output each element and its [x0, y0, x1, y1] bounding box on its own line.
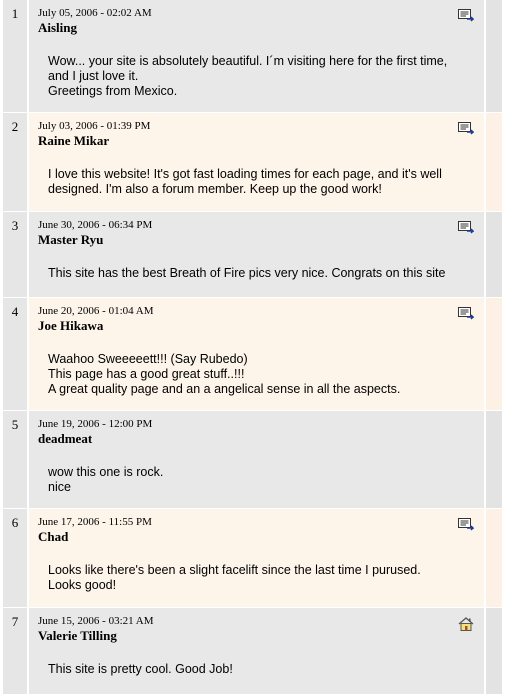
guestbook-entries: 1 July 05, 2006 - 02:02 AM Aisling Wow..… [3, 0, 502, 695]
entry-message: This site is pretty cool. Good Job! [48, 662, 233, 676]
entry-message: Waahoo Sweeeeett!!! (Say Rubedo) This pa… [48, 352, 401, 396]
guestbook-entry: 7 June 15, 2006 - 03:21 AM Valerie Tilli… [3, 608, 502, 695]
entry-content: June 19, 2006 - 12:00 PM deadmeat wow th… [29, 411, 484, 508]
entry-sidebar [484, 411, 502, 508]
entry-number: 1 [3, 0, 29, 112]
guestbook-entry: 3 June 30, 2006 - 06:34 PM Master Ryu Th… [3, 212, 502, 298]
entry-number: 7 [3, 608, 29, 694]
entry-date: July 03, 2006 - 01:39 PM [38, 120, 151, 132]
entry-number: 3 [3, 212, 29, 297]
entry-sidebar [484, 608, 502, 694]
entry-author: Raine Mikar [38, 133, 110, 148]
entry-author: Aisling [38, 20, 78, 35]
guestbook-entry: 2 July 03, 2006 - 01:39 PM Raine Mikar I… [3, 113, 502, 212]
entry-sidebar [484, 0, 502, 112]
entry-content: July 05, 2006 - 02:02 AM Aisling Wow... … [29, 0, 484, 112]
email-icon[interactable] [458, 518, 475, 532]
email-icon[interactable] [458, 9, 475, 23]
entry-number: 5 [3, 411, 29, 508]
entry-date: June 20, 2006 - 01:04 AM [38, 305, 154, 317]
email-icon[interactable] [458, 307, 475, 321]
entry-message: This site has the best Breath of Fire pi… [48, 266, 446, 280]
entry-number: 2 [3, 113, 29, 211]
entry-date: July 05, 2006 - 02:02 AM [38, 7, 152, 19]
guestbook-entry: 6 June 17, 2006 - 11:55 PM Chad Looks li… [3, 509, 502, 608]
entry-number: 6 [3, 509, 29, 607]
entry-date: June 30, 2006 - 06:34 PM [38, 219, 153, 231]
entry-author: deadmeat [38, 431, 93, 446]
entry-content: June 17, 2006 - 11:55 PM Chad Looks like… [29, 509, 484, 607]
entry-content: July 03, 2006 - 01:39 PM Raine Mikar I l… [29, 113, 484, 211]
entry-author: Master Ryu [38, 232, 104, 247]
email-icon[interactable] [458, 122, 475, 136]
entry-content: June 15, 2006 - 03:21 AM Valerie Tilling… [29, 608, 484, 694]
entry-date: June 15, 2006 - 03:21 AM [38, 615, 154, 627]
entry-message: Wow... your site is absolutely beautiful… [48, 54, 448, 98]
email-icon[interactable] [458, 221, 475, 235]
entry-sidebar [484, 298, 502, 410]
entry-sidebar [484, 212, 502, 297]
entry-message: wow this one is rock. nice [48, 465, 164, 494]
entry-date: June 17, 2006 - 11:55 PM [38, 516, 152, 528]
entry-date: June 19, 2006 - 12:00 PM [38, 418, 153, 430]
guestbook-entry: 5 June 19, 2006 - 12:00 PM deadmeat wow … [3, 411, 502, 509]
entry-author: Chad [38, 529, 69, 544]
entry-author: Joe Hikawa [38, 318, 104, 333]
home-icon[interactable] [458, 617, 474, 631]
entry-number: 4 [3, 298, 29, 410]
entry-message: Looks like there's been a slight facelif… [48, 563, 421, 592]
entry-content: June 30, 2006 - 06:34 PM Master Ryu This… [29, 212, 484, 297]
entry-sidebar [484, 113, 502, 211]
entry-sidebar [484, 509, 502, 607]
guestbook-entry: 4 June 20, 2006 - 01:04 AM Joe Hikawa Wa… [3, 298, 502, 411]
entry-content: June 20, 2006 - 01:04 AM Joe Hikawa Waah… [29, 298, 484, 410]
guestbook-entry: 1 July 05, 2006 - 02:02 AM Aisling Wow..… [3, 0, 502, 113]
entry-message: I love this website! It's got fast loadi… [48, 167, 442, 196]
entry-author: Valerie Tilling [38, 628, 117, 643]
